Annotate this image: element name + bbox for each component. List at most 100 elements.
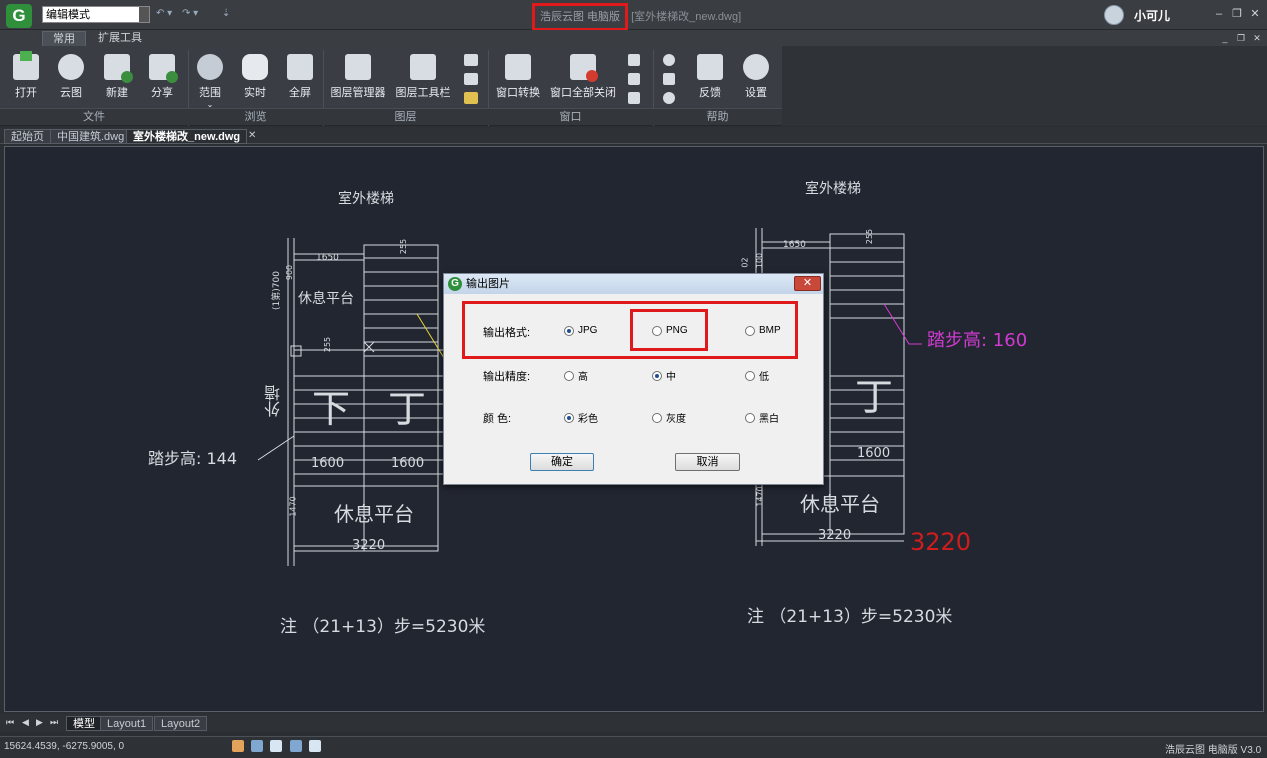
range-button[interactable]: 范围 ⌄ [186,52,234,109]
radio-color-bw[interactable]: 黑白 [745,410,779,425]
dim-900: 900 [285,264,295,281]
customize-icon[interactable]: ⇣ [222,8,230,19]
nav-next-icon[interactable]: ▶ [36,717,43,728]
radio-format-png[interactable]: PNG [652,325,688,336]
tab-layout1[interactable]: Layout1 [100,716,154,731]
ok-button[interactable]: 确定 [530,453,594,471]
settings-button[interactable]: 设置 [732,52,780,104]
layer-lock-icon[interactable] [464,92,478,104]
restore-icon[interactable]: ❐ [1230,7,1244,21]
tab-common[interactable]: 常用 [42,31,86,46]
radio-dot[interactable] [564,412,574,423]
layer-manager-button[interactable]: 图层管理器 [330,52,386,104]
doc-close-icon[interactable]: ✕ [1250,31,1264,45]
radio-dot[interactable] [745,412,755,423]
close-tab-icon[interactable]: ✕ [248,130,256,141]
dim-700: (1第)700 [271,271,282,310]
radio-precision-high[interactable]: 高 [564,368,588,383]
close-all-windows-button[interactable]: 窗口全部关闭 [548,52,618,104]
tab-doc-stairs[interactable]: 室外楼梯改_new.dwg [126,129,248,144]
nav-prev-icon[interactable]: ◀ [22,717,29,728]
dim-1600-c: 1600 [857,446,891,461]
snap-icon[interactable] [232,740,244,752]
grid-icon[interactable] [270,740,282,752]
gear-icon [743,54,769,80]
tile-vertical-icon[interactable] [628,54,640,66]
dim-100: 100 [755,252,765,269]
user-avatar-icon[interactable] [1104,5,1124,25]
cascade-icon[interactable] [628,92,640,104]
dialog-title[interactable]: 输出图片 [444,274,823,294]
lineweight-icon[interactable] [309,740,321,752]
zoom-range-icon [197,54,223,80]
cursor-coordinates: 15624.4539, -6275.9005, 0 [4,741,125,752]
feedback-button[interactable]: 反馈 [686,52,734,104]
nav-last-icon[interactable]: ⏭ [50,717,58,728]
dim-1650-left: 1650 [316,253,339,263]
mode-select[interactable]: 编辑模式 [42,6,150,23]
fullscreen-button[interactable]: 全屏 [276,52,324,104]
right-platform-label: 休息平台 [800,492,880,516]
doc-minimize-icon[interactable]: _ [1218,31,1232,45]
radio-dot[interactable] [564,325,574,336]
minimize-icon[interactable]: – [1212,7,1226,21]
cancel-button[interactable]: 取消 [675,453,740,471]
radio-dot[interactable] [745,370,755,381]
feedback-label: 反馈 [699,87,721,99]
polar-icon[interactable] [290,740,302,752]
layer-toolbar-button[interactable]: 图层工具栏 [394,52,452,104]
layer-toolbar-label: 图层工具栏 [395,87,451,99]
radio-dot[interactable] [652,370,662,381]
grid-icon[interactable] [663,73,675,85]
close-icon[interactable]: ✕ [1248,7,1262,21]
nav-first-icon[interactable]: ⏮ [6,717,14,728]
left-step-height: 踏步高: 144 [148,449,238,468]
radio-format-bmp[interactable]: BMP [745,325,781,336]
radio-color-full[interactable]: 彩色 [564,410,598,425]
radio-precision-low[interactable]: 低 [745,368,769,383]
ortho-icon[interactable] [251,740,263,752]
dialog-close-button[interactable]: ✕ [794,276,821,291]
window-switch-button[interactable]: 窗口转换 [492,52,544,104]
radio-dot[interactable] [652,325,662,336]
group-help-label: 帮助 [653,108,782,125]
tab-extensions[interactable]: 扩展工具 [88,31,152,46]
info-icon[interactable] [663,92,675,104]
tile-horizontal-icon[interactable] [628,73,640,85]
dim-1600-a: 1600 [311,456,345,471]
doc-restore-icon[interactable]: ❐ [1234,31,1248,45]
radio-precision-medium[interactable]: 中 [652,368,676,383]
upload-icon[interactable] [663,54,675,66]
hand-pan-icon [242,54,268,80]
user-area[interactable]: 小可儿 [1104,4,1170,26]
realtime-label: 实时 [244,87,266,99]
group-file-label: 文件 [0,108,188,125]
new-button[interactable]: 新建 [93,52,141,104]
undo-icon[interactable]: ↶ ▾ [156,8,172,19]
chevron-down-icon[interactable] [139,7,149,22]
radio-color-gray[interactable]: 灰度 [652,410,686,425]
share-button[interactable]: 分享 [138,52,186,104]
radio-dot[interactable] [564,370,574,381]
radio-dot[interactable] [745,325,755,336]
tab-doc-china-arch[interactable]: 中国建筑.dwg [50,129,132,144]
dim-1470-left: 1470 [288,496,298,517]
user-name[interactable]: 小可儿 [1134,7,1170,24]
layer-off-icon[interactable] [464,54,478,66]
realtime-button[interactable]: 实时 [231,52,279,104]
open-button[interactable]: 打开 [2,51,50,104]
tab-start-page[interactable]: 起始页 [4,129,51,144]
tab-model[interactable]: 模型 [66,716,102,731]
radio-label: BMP [759,325,781,336]
tab-layout2[interactable]: Layout2 [154,716,208,731]
radio-dot[interactable] [652,412,662,423]
radio-format-jpg[interactable]: JPG [564,325,597,336]
layers-icon [410,54,436,80]
range-label: 范围 [199,87,221,99]
small-platform-label: 休息平台 [298,291,354,307]
cloud-button[interactable]: 云图 [47,52,95,104]
dim-1600-b: 1600 [391,456,425,471]
app-logo[interactable]: G [6,4,32,28]
redo-icon[interactable]: ↷ ▾ [182,8,198,19]
layer-freeze-icon[interactable] [464,73,478,85]
